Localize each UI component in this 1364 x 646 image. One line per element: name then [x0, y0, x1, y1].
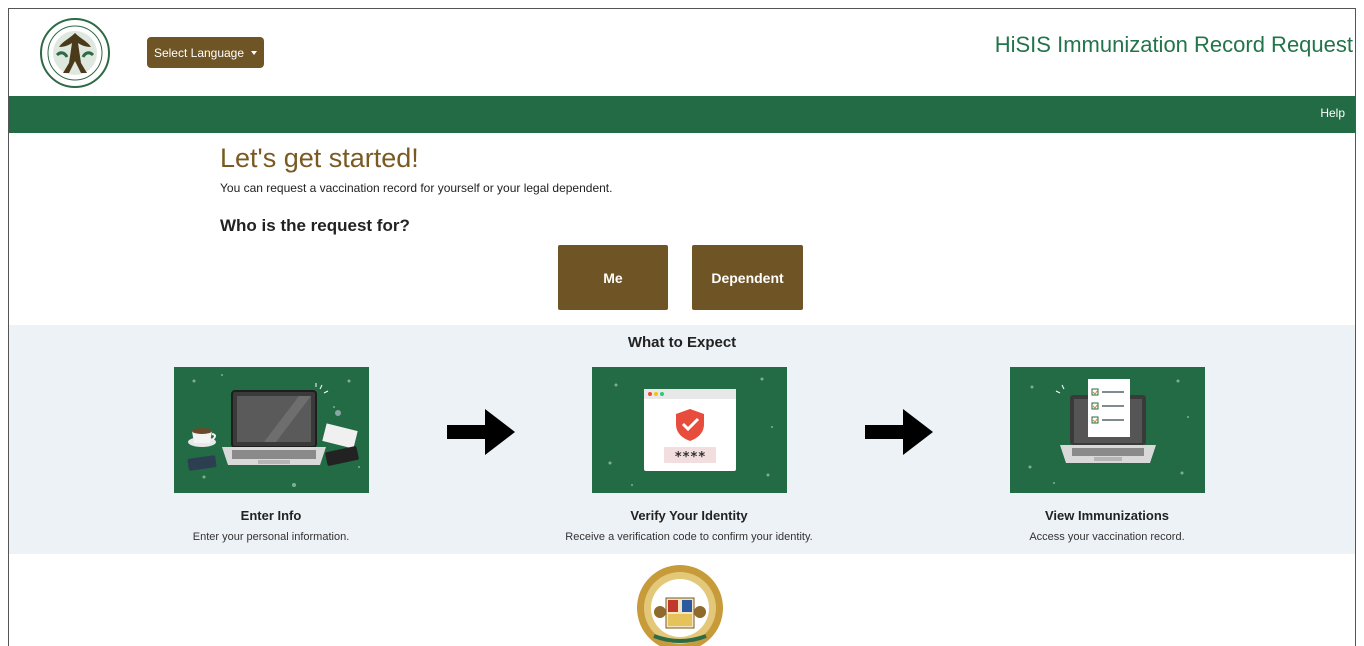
app-title: HiSIS Immunization Record Request — [994, 32, 1353, 57]
select-language-button[interactable]: Select Language — [147, 37, 264, 68]
laptop-desk-illustration-icon — [173, 367, 369, 493]
step-view-immunizations: View Immunizations Access your vaccinati… — [977, 367, 1237, 543]
caret-down-icon — [251, 50, 258, 55]
arrow-right-icon — [447, 409, 515, 455]
step-enter-info: Enter Info Enter your personal informati… — [141, 367, 401, 543]
me-button[interactable]: Me — [558, 245, 668, 310]
header: Select Language HiSIS Immunization Recor… — [9, 9, 1355, 96]
step-verify-identity: **** Verify Your Identity Receive a veri… — [559, 367, 819, 543]
verification-code-mask: **** — [674, 450, 705, 465]
what-to-expect-section: What to Expect Enter Info Enter your per… — [9, 325, 1355, 554]
help-link[interactable]: Help — [1320, 106, 1345, 120]
verification-window-illustration-icon: **** — [591, 367, 787, 493]
page-subtitle: You can request a vaccination record for… — [220, 181, 613, 195]
select-language-label: Select Language — [153, 45, 245, 60]
request-question: Who is the request for? — [220, 216, 410, 235]
step-description: Receive a verification code to confirm y… — [565, 531, 813, 543]
page-frame: Select Language HiSIS Immunization Recor… — [8, 8, 1356, 646]
navbar: Help — [9, 96, 1355, 133]
step-title: View Immunizations — [1044, 508, 1169, 523]
main-section: Let's get started! You can request a vac… — [9, 133, 1355, 325]
arrow-right-icon — [865, 409, 933, 455]
what-to-expect-title: What to Expect — [627, 334, 737, 351]
laptop-checklist-illustration-icon — [1009, 367, 1205, 493]
state-of-hawaii-seal-icon — [637, 565, 723, 646]
hawaii-doh-seal-icon — [40, 18, 110, 88]
page-title: Let's get started! — [220, 143, 419, 173]
step-title: Verify Your Identity — [630, 508, 748, 523]
step-description: Access your vaccination record. — [1029, 531, 1185, 543]
step-description: Enter your personal information. — [192, 531, 350, 543]
dependent-button[interactable]: Dependent — [692, 245, 803, 310]
step-title: Enter Info — [240, 508, 302, 523]
